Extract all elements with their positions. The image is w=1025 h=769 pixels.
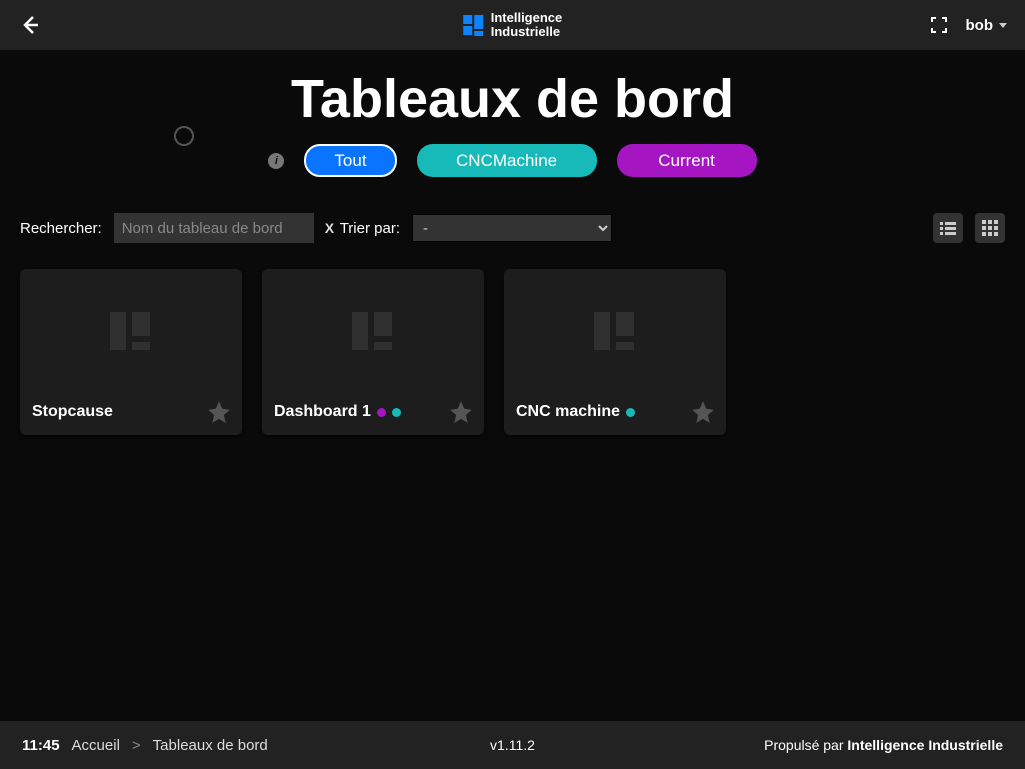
logo-mark-icon — [463, 15, 483, 36]
search-box: X — [114, 213, 314, 243]
favorite-star-icon[interactable] — [448, 399, 474, 425]
grid-icon — [982, 220, 998, 236]
view-list-button[interactable] — [933, 213, 963, 243]
dashboard-placeholder-icon — [104, 304, 158, 358]
app-version: v1.11.2 — [490, 737, 535, 753]
dashboard-placeholder-icon — [346, 304, 400, 358]
dashboard-card-title: Dashboard 1 — [274, 403, 371, 421]
dashboard-card-title: CNC machine — [516, 403, 620, 421]
footer-bar: 11:45 Accueil > Tableaux de bord v1.11.2… — [0, 721, 1025, 769]
view-grid-button[interactable] — [975, 213, 1005, 243]
dashboard-placeholder-icon — [588, 304, 642, 358]
back-arrow-icon[interactable] — [18, 13, 42, 37]
info-icon[interactable]: i — [268, 153, 284, 169]
top-bar: Intelligence Industrielle bob — [0, 0, 1025, 50]
tag-dot-teal — [392, 408, 401, 417]
controls-row: Rechercher: X Trier par: - — [20, 213, 1005, 243]
tag-dot-teal — [626, 408, 635, 417]
fullscreen-icon[interactable] — [930, 16, 948, 34]
search-input[interactable] — [122, 220, 321, 237]
clear-search-button[interactable]: X — [321, 220, 338, 236]
list-icon — [940, 220, 956, 236]
main-content: Tableaux de bord i Tout CNCMachine Curre… — [0, 50, 1025, 721]
breadcrumb-home[interactable]: Accueil — [72, 737, 120, 754]
sort-select[interactable]: - — [412, 214, 612, 242]
footer-time: 11:45 — [22, 737, 60, 754]
dashboard-cards: Stopcause Dashboard 1 — [20, 269, 1005, 435]
user-name: bob — [966, 17, 994, 34]
favorite-star-icon[interactable] — [690, 399, 716, 425]
tag-filter-row: i Tout CNCMachine Current — [20, 144, 1005, 177]
breadcrumb-current: Tableaux de bord — [153, 737, 268, 754]
brand-line1: Intelligence — [491, 11, 563, 25]
dashboard-card[interactable]: CNC machine — [504, 269, 726, 435]
brand-logo: Intelligence Industrielle — [463, 11, 563, 38]
filter-pill-all[interactable]: Tout — [304, 144, 396, 177]
filter-pill-current[interactable]: Current — [617, 144, 757, 177]
dashboard-card[interactable]: Stopcause — [20, 269, 242, 435]
loading-spinner-icon — [174, 126, 194, 146]
powered-by: Propulsé par Intelligence Industrielle — [764, 737, 1003, 753]
user-menu[interactable]: bob — [966, 17, 1008, 34]
page-title: Tableaux de bord — [20, 68, 1005, 130]
favorite-star-icon[interactable] — [206, 399, 232, 425]
dashboard-card[interactable]: Dashboard 1 — [262, 269, 484, 435]
chevron-down-icon — [999, 23, 1007, 28]
dashboard-card-title: Stopcause — [32, 403, 113, 421]
sort-label: Trier par: — [340, 220, 400, 237]
filter-pill-cncmachine[interactable]: CNCMachine — [417, 144, 597, 177]
breadcrumb-separator: > — [132, 737, 141, 754]
brand-line2: Industrielle — [491, 25, 563, 39]
search-label: Rechercher: — [20, 220, 102, 237]
tag-dot-purple — [377, 408, 386, 417]
